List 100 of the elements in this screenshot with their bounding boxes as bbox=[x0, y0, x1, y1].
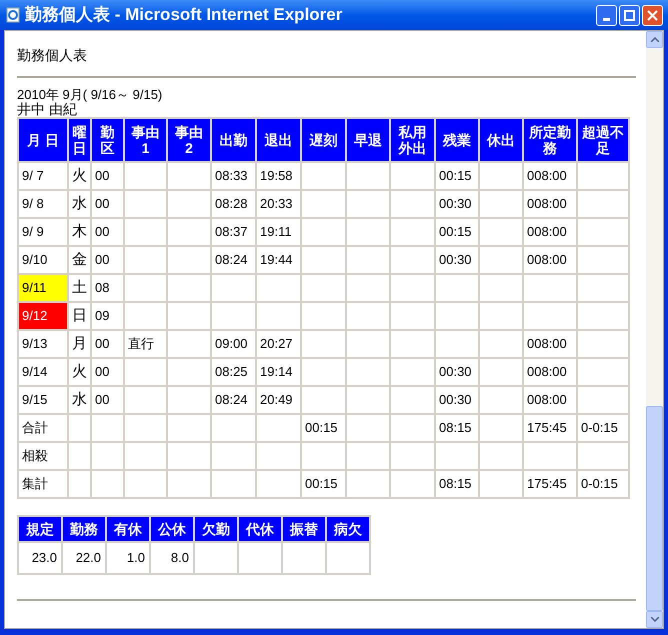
minimize-button[interactable] bbox=[596, 4, 617, 26]
column-header: 超過不足 bbox=[577, 118, 629, 162]
table-cell: 09:00 bbox=[211, 330, 256, 358]
close-button[interactable] bbox=[642, 4, 663, 26]
table-cell: 木 bbox=[68, 218, 91, 246]
table-cell: 20:49 bbox=[256, 386, 301, 414]
period-text: 2010年 9月( 9/16～ 9/15) bbox=[17, 87, 164, 102]
table-cell: 火 bbox=[68, 162, 91, 190]
column-header: 欠勤 bbox=[194, 516, 238, 542]
table-cell: 9/ 9 bbox=[18, 218, 68, 246]
table-cell: 19:14 bbox=[256, 358, 301, 386]
table-cell: 合計 bbox=[18, 414, 68, 442]
column-header: 勤務 bbox=[62, 516, 106, 542]
column-header: 残業 bbox=[435, 118, 479, 162]
table-cell: 19:11 bbox=[256, 218, 301, 246]
table-cell: 08:24 bbox=[211, 386, 256, 414]
table-cell: 008:00 bbox=[523, 358, 577, 386]
table-cell: 直行 bbox=[124, 330, 167, 358]
scroll-up-button[interactable] bbox=[646, 31, 663, 48]
table-cell: 00 bbox=[91, 218, 124, 246]
table-cell: 08:37 bbox=[211, 218, 256, 246]
table-cell: 土 bbox=[68, 274, 91, 302]
table-cell: 9/15 bbox=[18, 386, 68, 414]
table-cell: 00 bbox=[91, 246, 124, 274]
table-cell: 08:33 bbox=[211, 162, 256, 190]
browser-icon bbox=[5, 7, 21, 23]
table-cell: 9/11 bbox=[18, 274, 68, 302]
table-cell: 20:27 bbox=[256, 330, 301, 358]
table-cell: 9/ 7 bbox=[18, 162, 68, 190]
table-cell: 水 bbox=[68, 190, 91, 218]
table-cell: 00:30 bbox=[435, 386, 479, 414]
table-cell: 175:45 bbox=[523, 414, 577, 442]
table-cell: 09 bbox=[91, 302, 124, 330]
table-cell: 08 bbox=[91, 274, 124, 302]
column-header: 規定 bbox=[18, 516, 62, 542]
column-header: 病欠 bbox=[326, 516, 370, 542]
table-cell: 1.0 bbox=[106, 542, 150, 574]
column-header: 代休 bbox=[238, 516, 282, 542]
scroll-thumb[interactable] bbox=[646, 406, 663, 611]
column-header: 事由 1 bbox=[124, 118, 167, 162]
table-cell: 23.0 bbox=[18, 542, 62, 574]
table-cell: 9/ 8 bbox=[18, 190, 68, 218]
table-cell: 08:24 bbox=[211, 246, 256, 274]
column-header: 遅刻 bbox=[301, 118, 346, 162]
table-cell: 00:15 bbox=[435, 218, 479, 246]
maximize-icon bbox=[624, 10, 635, 20]
table-cell: 08:25 bbox=[211, 358, 256, 386]
table-cell: 0-0:15 bbox=[577, 470, 629, 498]
table-cell: 08:28 bbox=[211, 190, 256, 218]
table-cell: 水 bbox=[68, 386, 91, 414]
column-header: 事由 2 bbox=[167, 118, 211, 162]
table-cell: 00 bbox=[91, 386, 124, 414]
table-cell: 00 bbox=[91, 190, 124, 218]
column-header: 所定勤務 bbox=[523, 118, 577, 162]
maximize-button[interactable] bbox=[619, 4, 640, 26]
column-header: 退出 bbox=[256, 118, 301, 162]
table-cell: 008:00 bbox=[523, 386, 577, 414]
table-cell: 金 bbox=[68, 246, 91, 274]
table-cell: 00:30 bbox=[435, 190, 479, 218]
table-cell: 8.0 bbox=[150, 542, 194, 574]
table-cell: 00 bbox=[91, 162, 124, 190]
column-header: 早退 bbox=[346, 118, 390, 162]
table-cell: 08:15 bbox=[435, 470, 479, 498]
column-header: 公休 bbox=[150, 516, 194, 542]
table-cell: 00:15 bbox=[301, 470, 346, 498]
table-cell: 00:15 bbox=[301, 414, 346, 442]
table-cell: 月 bbox=[68, 330, 91, 358]
table-cell: 008:00 bbox=[523, 162, 577, 190]
column-header: 振替 bbox=[282, 516, 326, 542]
table-cell: 9/14 bbox=[18, 358, 68, 386]
column-header: 月 日 bbox=[18, 118, 68, 162]
table-cell: 008:00 bbox=[523, 190, 577, 218]
table-cell: 00:30 bbox=[435, 358, 479, 386]
table-cell: 00 bbox=[91, 330, 124, 358]
column-header: 有休 bbox=[106, 516, 150, 542]
minimize-icon bbox=[603, 18, 610, 20]
column-header: 曜日 bbox=[68, 118, 91, 162]
page-heading: 勤務個人表 bbox=[17, 46, 88, 65]
column-header: 私用外出 bbox=[390, 118, 435, 162]
scrollbar[interactable] bbox=[646, 31, 663, 628]
column-header: 休出 bbox=[479, 118, 523, 162]
column-header: 勤区 bbox=[91, 118, 124, 162]
column-header: 出勤 bbox=[211, 118, 256, 162]
table-cell: 22.0 bbox=[62, 542, 106, 574]
table-cell: 08:15 bbox=[435, 414, 479, 442]
table-cell: 9/13 bbox=[18, 330, 68, 358]
close-icon bbox=[647, 10, 658, 20]
scroll-down-button[interactable] bbox=[646, 611, 663, 628]
table-cell: 9/12 bbox=[18, 302, 68, 330]
employee-name: 井中 由紀 bbox=[17, 102, 78, 117]
table-cell: 日 bbox=[68, 302, 91, 330]
table-cell: 00 bbox=[91, 358, 124, 386]
table-cell: 008:00 bbox=[523, 218, 577, 246]
window-title: 勤務個人表 - Microsoft Internet Explorer bbox=[25, 4, 344, 26]
table-cell: 20:33 bbox=[256, 190, 301, 218]
table-cell: 火 bbox=[68, 358, 91, 386]
table-cell: 00:15 bbox=[435, 162, 479, 190]
table-cell: 00:30 bbox=[435, 246, 479, 274]
table-cell: 19:58 bbox=[256, 162, 301, 190]
table-cell: 集計 bbox=[18, 470, 68, 498]
